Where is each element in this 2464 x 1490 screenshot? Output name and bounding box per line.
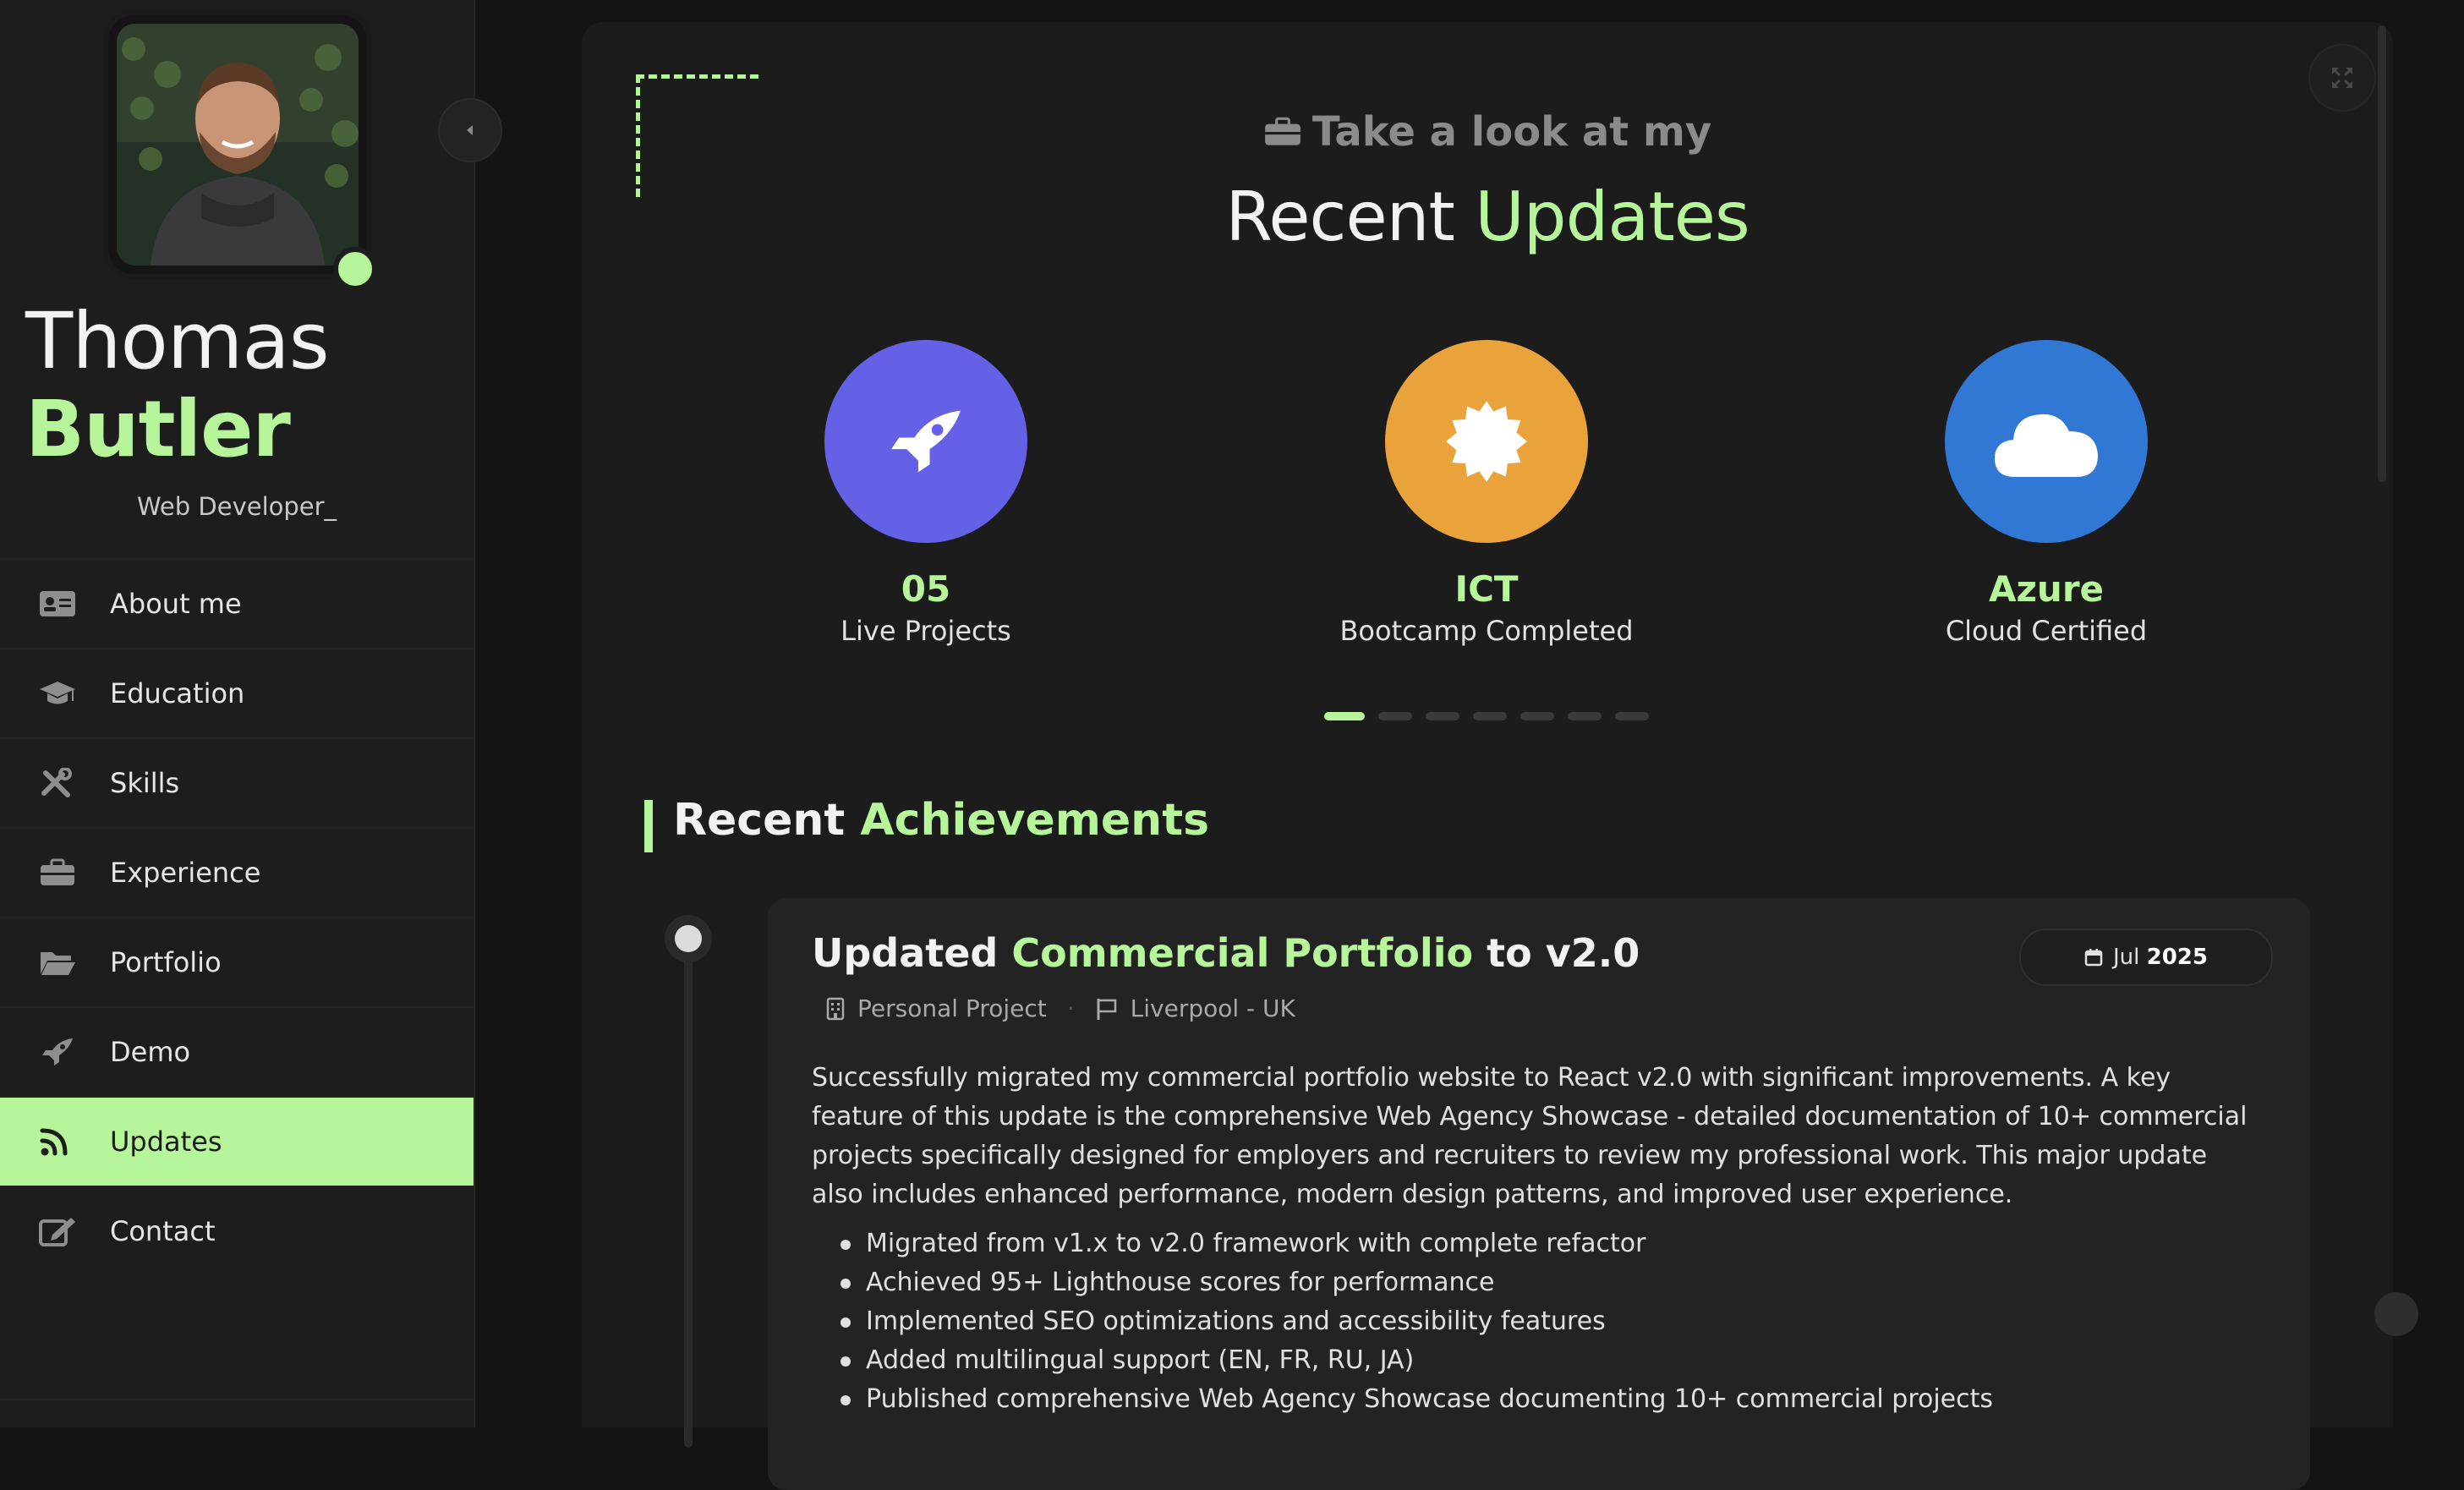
carousel-dot[interactable] (1615, 712, 1649, 720)
sidebar-item-label: Updates (110, 1126, 222, 1158)
stat-value: 05 (901, 568, 951, 610)
list-item: Implemented SEO optimizations and access… (812, 1302, 1993, 1341)
achievement-title-accent: Commercial Portfolio (1011, 930, 1474, 976)
page-title: Recent Updates (582, 178, 2393, 256)
building-icon (826, 997, 845, 1020)
tools-icon (41, 768, 72, 797)
stat-bootcamp: ICT Bootcamp Completed (1317, 340, 1656, 647)
briefcase-icon (41, 858, 74, 885)
meta-separator: · (1066, 994, 1075, 1022)
stat-value: Azure (1988, 568, 2105, 610)
sidebar-item-label: Skills (110, 767, 180, 799)
achievement-title-post: to v2.0 (1487, 930, 1640, 976)
achievement-title-pre: Updated (812, 930, 999, 976)
section-kicker: Take a look at my (582, 108, 2393, 156)
fullscreen-button[interactable] (2308, 44, 2376, 112)
chevron-left-icon (467, 125, 473, 135)
expand-icon (2332, 68, 2352, 88)
certificate-icon (1446, 401, 1527, 482)
sidebar-item-skills[interactable]: Skills (0, 737, 474, 827)
profile-last-name: Butler (25, 384, 291, 474)
flag-icon (1097, 998, 1116, 1020)
sidebar-divider (0, 1399, 474, 1400)
stat-label: Live Projects (840, 615, 1011, 647)
stat-circle (1385, 340, 1588, 543)
carousel-dot[interactable] (1473, 712, 1507, 720)
date-year: 2025 (2146, 945, 2208, 970)
sidebar-item-label: Portfolio (110, 946, 222, 978)
sidebar-item-contact[interactable]: Contact (0, 1186, 474, 1275)
cloud-icon (1995, 414, 2098, 477)
date-month: Jul (2112, 945, 2140, 970)
kicker-text: Take a look at my (1311, 108, 1712, 156)
floating-action-button[interactable] (2374, 1292, 2418, 1336)
avatar (117, 24, 359, 266)
collapse-sidebar-button[interactable] (438, 98, 502, 162)
page-title-plain: Recent (1225, 178, 1454, 256)
stat-value: ICT (1454, 568, 1519, 610)
timeline-node (665, 915, 712, 962)
graduation-cap-icon (40, 682, 75, 704)
section-title: Recent Achievements (673, 795, 1209, 846)
edit-icon (39, 1218, 75, 1246)
sidebar-item-demo[interactable]: Demo (0, 1006, 474, 1096)
sidebar-item-label: Education (110, 677, 245, 709)
sidebar-item-portfolio[interactable]: Portfolio (0, 917, 474, 1006)
rss-icon (40, 1128, 68, 1156)
achievement-org: Personal Project (857, 994, 1047, 1022)
achievement-title: Updated Commercial Portfolio to v2.0 (812, 930, 1640, 976)
achievement-meta: Personal Project · Liverpool - UK (825, 994, 1295, 1022)
id-card-icon (40, 591, 75, 616)
carousel-dot[interactable] (1568, 712, 1602, 720)
carousel-dot[interactable] (1378, 712, 1412, 720)
online-status-dot (333, 247, 377, 291)
list-item: Published comprehensive Web Agency Showc… (812, 1380, 1993, 1419)
achievement-description: Successfully migrated my commercial port… (812, 1063, 2248, 1209)
section-title-plain: Recent (673, 795, 846, 846)
list-item: Added multilingual support (EN, FR, RU, … (812, 1341, 1993, 1380)
stat-circle (1945, 340, 2148, 543)
carousel-dot[interactable] (1426, 712, 1459, 720)
sidebar-item-updates[interactable]: Updates (0, 1096, 474, 1186)
carousel-pagination (1324, 712, 1649, 720)
carousel-dot[interactable] (1520, 712, 1554, 720)
briefcase-icon (1264, 117, 1300, 145)
sidebar: Thomas Butler Web Developer_ About me Ed… (0, 0, 502, 1427)
stat-azure: Azure Cloud Certified (1877, 340, 2215, 647)
achievement-location: Liverpool - UK (1130, 994, 1295, 1022)
folder-open-icon (41, 952, 75, 975)
list-item: Migrated from v1.x to v2.0 framework wit… (812, 1224, 1993, 1263)
sidebar-item-label: Experience (110, 857, 261, 889)
stat-label: Cloud Certified (1945, 615, 2148, 647)
sidebar-item-label: About me (110, 588, 242, 620)
sidebar-item-experience[interactable]: Experience (0, 827, 474, 917)
sidebar-item-about-me[interactable]: About me (0, 558, 474, 648)
rocket-icon (42, 1038, 73, 1065)
timeline-line (684, 940, 693, 1448)
stat-circle (824, 340, 1027, 543)
calendar-icon (2084, 949, 2103, 967)
section-accent-bar (644, 800, 653, 852)
achievement-date-badge: Jul 2025 (2019, 929, 2273, 986)
carousel-dot[interactable] (1324, 712, 1365, 720)
achievement-bullets: Migrated from v1.x to v2.0 framework wit… (812, 1224, 1993, 1419)
profile-first-name: Thomas (25, 296, 330, 386)
list-item: Achieved 95+ Lighthouse scores for perfo… (812, 1263, 1993, 1302)
sidebar-item-education[interactable]: Education (0, 648, 474, 737)
profile-role: Web Developer_ (136, 492, 337, 521)
avatar-frame (108, 15, 367, 274)
rocket-icon (891, 410, 961, 473)
sidebar-item-label: Contact (110, 1215, 216, 1247)
stat-live-projects: 05 Live Projects (757, 340, 1095, 647)
section-title-accent: Achievements (860, 795, 1210, 846)
sidebar-item-label: Demo (110, 1036, 191, 1068)
stat-label: Bootcamp Completed (1339, 615, 1634, 647)
page-title-accent: Updates (1475, 178, 1749, 256)
sidebar-nav: About me Education Skills Experience Por… (0, 558, 474, 1275)
